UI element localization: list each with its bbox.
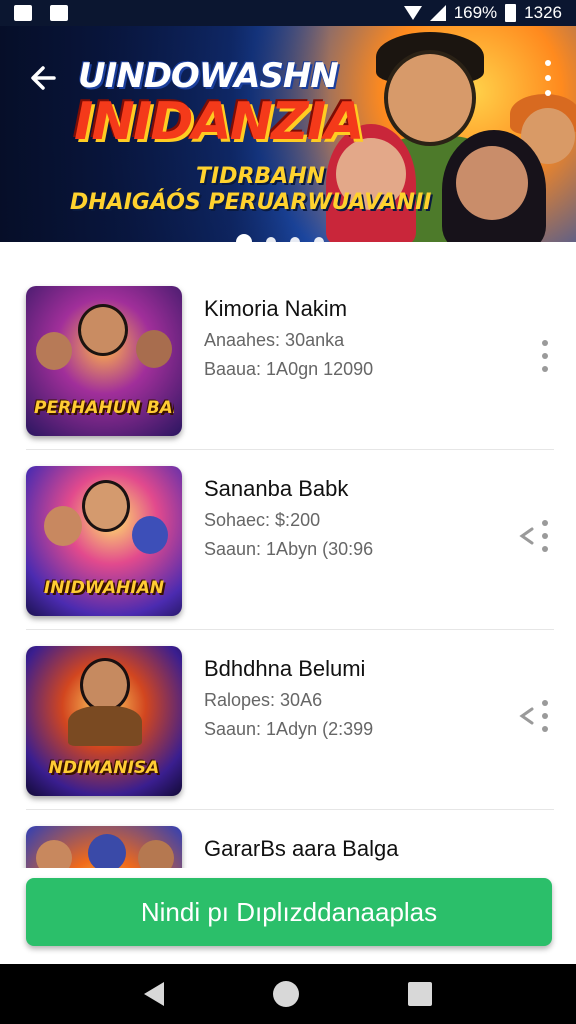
game-list: PERHAHUN BAN Kimoria Nakim Anaahes: 30an… [0, 270, 576, 870]
thumbnail-character [68, 706, 142, 746]
carousel-dots [236, 234, 324, 242]
list-item[interactable]: INIDWAHIAN Sananba Babk Sohaec: $:200 Sa… [26, 450, 554, 630]
game-info: Bdhdhna Belumi Ralopes: 30A6 Saaun: 1Ady… [204, 656, 506, 748]
wifi-icon [403, 6, 422, 20]
thumbnail-character [78, 304, 128, 356]
notification-icon [14, 5, 32, 21]
thumbnail-character [44, 506, 82, 546]
status-right: 169% 1326 [403, 3, 562, 23]
status-left [14, 5, 68, 21]
game-detail-1: Sohaec: $:200 [204, 510, 321, 530]
more-options-icon[interactable] [540, 700, 550, 732]
hero-title-line2: INIDANZIA [74, 92, 364, 152]
hero-character-face [456, 146, 528, 220]
carousel-dot[interactable] [314, 237, 324, 242]
thumbnail-character [132, 516, 168, 554]
thumbnail-character [36, 332, 72, 370]
share-icon[interactable] [518, 526, 534, 546]
nav-recents-icon[interactable] [407, 982, 432, 1006]
list-item[interactable]: PERHAHUN BAN Kimoria Nakim Anaahes: 30an… [26, 270, 554, 450]
primary-action-button[interactable]: Nindi pı Dıplızddanaaplas [26, 878, 552, 946]
list-item[interactable]: NDIMANISA Bdhdhna Belumi Ralopes: 30A6 S… [26, 630, 554, 810]
game-info: GararBs aara Balga [204, 836, 506, 870]
thumbnail-character [136, 330, 172, 368]
nav-home-icon[interactable] [272, 981, 299, 1007]
game-thumbnail[interactable]: PERHAHUN BAN [26, 286, 182, 436]
game-title: Kimoria Nakim [204, 296, 348, 321]
game-detail-2: Saaun: 1Adyn (2:399 [204, 719, 374, 739]
game-detail-1: Anaahes: 30anka [204, 330, 345, 350]
game-detail-2: Saaun: 1Abyn (30:96 [204, 539, 374, 559]
game-detail-2: Baaua: 1A0gn 12090 [204, 359, 374, 379]
game-detail-1: Ralopes: 30A6 [204, 690, 323, 710]
game-title: Bdhdhna Belumi [204, 656, 366, 681]
thumbnail-character [138, 840, 174, 870]
game-info: Sananba Babk Sohaec: $:200 Saaun: 1Abyn … [204, 476, 506, 568]
battery-icon [505, 4, 517, 22]
carousel-dot[interactable] [236, 234, 252, 242]
battery-percent: 169% [453, 3, 498, 22]
carousel-dot[interactable] [290, 237, 300, 242]
thumbnail-label: NDIMANISA [48, 758, 160, 778]
screen: 169% 1326 UINDOWASHN INIDANZIA TIDRBAHN … [0, 0, 576, 1024]
carousel-dot[interactable] [266, 237, 276, 242]
hero-subtitle-line2: DHAIGÁÓS PERUARWUAVANII [70, 190, 432, 215]
cta-container: Nindi pı Dıplızddanaaplas [0, 868, 576, 964]
hero-character-face [384, 50, 476, 146]
back-arrow-icon[interactable] [24, 58, 64, 98]
thumbnail-character [36, 840, 72, 870]
more-options-icon[interactable] [540, 520, 550, 552]
share-icon[interactable] [518, 706, 534, 726]
thumbnail-character [80, 658, 130, 712]
more-options-icon[interactable] [540, 340, 550, 372]
hero-banner[interactable]: UINDOWASHN INIDANZIA TIDRBAHN DHAIGÁÓS P… [0, 26, 576, 242]
more-options-icon[interactable] [540, 60, 556, 96]
list-item[interactable]: GararBs aara Balga [26, 810, 554, 870]
status-bar: 169% 1326 [0, 0, 576, 26]
thumbnail-label: PERHAHUN BAN [34, 398, 174, 418]
game-thumbnail[interactable]: NDIMANISA [26, 646, 182, 796]
signal-icon [429, 5, 446, 21]
thumbnail-label: INIDWAHIAN [43, 578, 165, 598]
app-notification-icon [50, 5, 68, 21]
game-thumbnail[interactable] [26, 826, 182, 870]
nav-back-icon[interactable] [144, 982, 165, 1006]
thumbnail-character [88, 834, 126, 870]
system-nav-bar [0, 964, 576, 1024]
hero-subtitle-line1: TIDRBAHN [196, 164, 326, 189]
thumbnail-character [82, 480, 130, 532]
game-info: Kimoria Nakim Anaahes: 30anka Baaua: 1A0… [204, 296, 506, 388]
game-title: GararBs aara Balga [204, 836, 399, 861]
game-title: Sananba Babk [204, 476, 349, 501]
game-thumbnail[interactable]: INIDWAHIAN [26, 466, 182, 616]
status-time: 1326 [524, 3, 562, 22]
hero-title-line1: UINDOWASHN [78, 56, 339, 96]
